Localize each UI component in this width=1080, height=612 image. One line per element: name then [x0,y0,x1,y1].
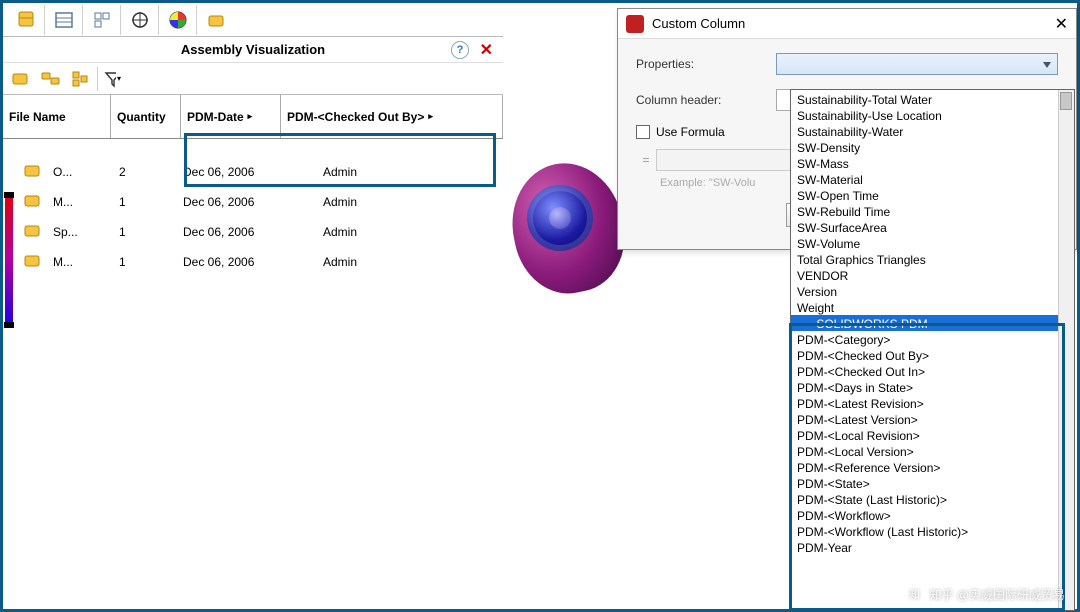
col-file-name[interactable]: File Name [3,95,111,138]
close-icon[interactable]: ✕ [480,40,493,60]
cell-date: Dec 06, 2006 [183,225,303,239]
dropdown-item[interactable]: SW-Material [791,171,1074,187]
dropdown-item[interactable]: PDM-Year [791,539,1074,555]
dropdown-item[interactable]: Sustainability-Use Location [791,107,1074,123]
part-icon [23,163,45,181]
dropdown-item[interactable]: SW-Rebuild Time [791,203,1074,219]
dropdown-item[interactable]: PDM-<State (Last Historic)> [791,491,1074,507]
dropdown-item[interactable]: PDM-<Days in State> [791,379,1074,395]
dropdown-item[interactable]: Version [791,283,1074,299]
viz-toolbar: ▾ [3,63,503,95]
cell-filename: M... [53,195,111,209]
dropdown-item[interactable]: Sustainability-Total Water [791,91,1074,107]
dropdown-item[interactable]: SW-Volume [791,235,1074,251]
tab-display-manager[interactable] [159,5,197,35]
col-pdm-date[interactable]: PDM-Date▸ [181,95,281,138]
cell-checked-out-by: Admin [303,225,503,239]
cell-checked-out-by: Admin [303,255,503,269]
gradient-handle-bottom[interactable] [4,322,14,328]
dropdown-item[interactable]: PDM-<State> [791,475,1074,491]
column-header-label: Column header: [636,93,776,107]
help-icon[interactable]: ? [451,41,469,59]
dropdown-item[interactable]: Weight [791,299,1074,315]
tab-strip [3,3,503,37]
dropdown-scrollbar[interactable] [1058,90,1074,610]
tab-assembly-visualization[interactable] [197,5,235,35]
grouped-view-button[interactable] [67,66,95,92]
dropdown-item[interactable]: PDM-<Local Revision> [791,427,1074,443]
filter-button[interactable]: ▾ [97,67,121,91]
cell-quantity: 1 [111,225,183,239]
sort-arrow-icon: ▸ [248,111,253,122]
tab-dimxpert[interactable] [121,5,159,35]
table-row[interactable]: M...1Dec 06, 2006Admin [3,187,503,217]
cell-date: Dec 06, 2006 [183,255,303,269]
color-gradient-bar[interactable] [5,195,13,325]
col-quantity[interactable]: Quantity [111,95,181,138]
zhihu-icon: 知 [905,585,923,603]
dialog-close-button[interactable]: ✕ [1055,14,1068,34]
cell-checked-out-by: Admin [303,195,503,209]
dropdown-item[interactable]: SW-Mass [791,155,1074,171]
part-icon [23,253,45,271]
cell-date: Dec 06, 2006 [183,165,303,179]
assembly-tree: O...2Dec 06, 2006AdminM...1Dec 06, 2006A… [3,139,503,277]
dropdown-item[interactable]: PDM-<Workflow (Last Historic)> [791,523,1074,539]
panel-title: Assembly Visualization [181,42,325,57]
dropdown-item[interactable]: SW-SurfaceArea [791,219,1074,235]
dialog-title: Custom Column [652,16,1055,31]
dropdown-item[interactable]: PDM-<Category> [791,331,1074,347]
dropdown-item[interactable]: PDM-<Checked Out By> [791,347,1074,363]
app-icon [626,15,644,33]
panel-title-row: Assembly Visualization ? ✕ [3,37,503,63]
cell-checked-out-by: Admin [303,165,503,179]
dropdown-item[interactable]: VENDOR [791,267,1074,283]
cell-filename: Sp... [53,225,111,239]
use-formula-checkbox[interactable] [636,125,650,139]
properties-label: Properties: [636,57,776,71]
use-formula-label: Use Formula [656,125,725,139]
table-row[interactable]: M...1Dec 06, 2006Admin [3,247,503,277]
properties-dropdown-list[interactable]: Sustainability-Total WaterSustainability… [790,89,1075,611]
cell-quantity: 1 [111,255,183,269]
cell-quantity: 2 [111,165,183,179]
dropdown-item[interactable]: PDM-<Checked Out In> [791,363,1074,379]
sort-arrow-icon: ▸ [428,111,433,122]
dropdown-separator-pdm: ---- SOLIDWORKS PDM ---- [791,315,1074,331]
part-icon [23,193,45,211]
gradient-handle-top[interactable] [4,192,14,198]
watermark: 知 知乎 @实威国际研威贸易 [905,585,1065,603]
nested-view-button[interactable] [7,66,35,92]
table-row[interactable]: Sp...1Dec 06, 2006Admin [3,217,503,247]
cell-date: Dec 06, 2006 [183,195,303,209]
flat-view-button[interactable] [37,66,65,92]
cell-filename: M... [53,255,111,269]
speaker-dust-cap [549,207,571,229]
dropdown-item[interactable]: PDM-<Local Version> [791,443,1074,459]
dropdown-item[interactable]: PDM-<Latest Revision> [791,395,1074,411]
feature-manager-panel: Assembly Visualization ? ✕ ▾ File Name Q… [3,3,503,609]
dialog-titlebar[interactable]: Custom Column ✕ [618,9,1076,39]
dropdown-item[interactable]: PDM-<Workflow> [791,507,1074,523]
tab-property-manager[interactable] [45,5,83,35]
dropdown-item[interactable]: SW-Open Time [791,187,1074,203]
table-header: File Name Quantity PDM-Date▸ PDM-<Checke… [3,95,503,139]
scrollbar-up-icon[interactable] [1060,92,1072,110]
tab-feature-tree[interactable] [7,5,45,35]
table-row[interactable]: O...2Dec 06, 2006Admin [3,157,503,187]
dropdown-item[interactable]: Total Graphics Triangles [791,251,1074,267]
dropdown-item[interactable]: PDM-<Reference Version> [791,459,1074,475]
dropdown-item[interactable]: Sustainability-Water [791,123,1074,139]
part-icon [23,223,45,241]
tab-configuration-manager[interactable] [83,5,121,35]
equals-sign: = [636,153,656,167]
dropdown-item[interactable]: PDM-<Latest Version> [791,411,1074,427]
cell-quantity: 1 [111,195,183,209]
cell-filename: O... [53,165,111,179]
col-pdm-checked-out-by[interactable]: PDM-<Checked Out By>▸ [281,95,503,138]
properties-combobox[interactable] [776,53,1058,75]
dropdown-item[interactable]: SW-Density [791,139,1074,155]
